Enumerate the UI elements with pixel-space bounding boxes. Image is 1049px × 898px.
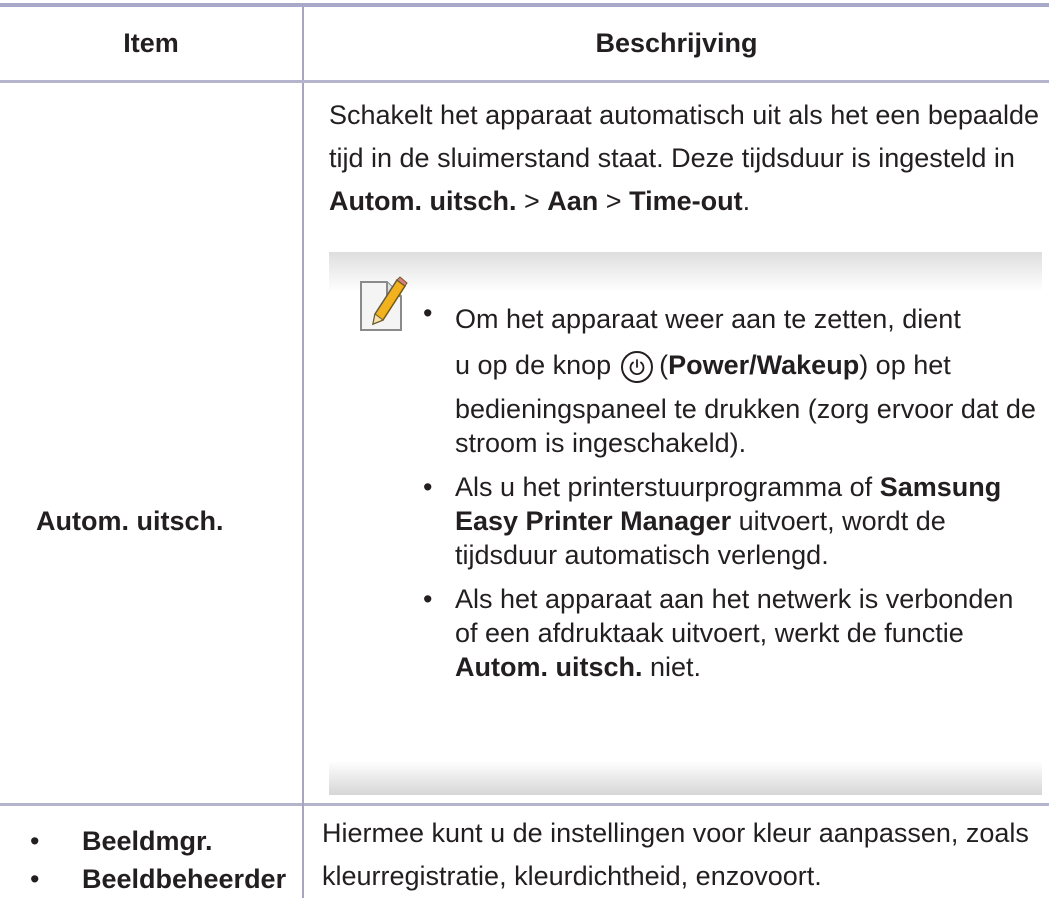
note-text: niet. (642, 652, 702, 682)
power-wakeup-label: Power/Wakeup (668, 350, 860, 380)
row-divider (0, 803, 1049, 806)
path-separator: > (598, 186, 630, 216)
column-divider-body (302, 83, 304, 898)
item-label: Beeldmgr. (82, 826, 213, 856)
note-item-power-button: • Om het apparaat weer aan te zetten, di… (421, 296, 1039, 460)
note-text: ) op het (859, 350, 951, 380)
menu-path-autom-uitsch: Autom. uitsch. (329, 186, 517, 216)
description-autom-uitsch: Schakelt het apparaat automatisch uit al… (329, 94, 1039, 223)
note-text-line: Om het apparaat weer aan te zetten, dien… (455, 304, 961, 334)
note-bottom-band (329, 761, 1042, 795)
note-item-printer-driver: • Als u het printerstuurprogramma of Sams… (421, 470, 1039, 572)
desc-text: Schakelt het apparaat automatisch uit al… (329, 100, 1039, 173)
note-text: ( (659, 350, 669, 380)
note-top-band (329, 252, 1042, 292)
note-pencil-icon (360, 276, 408, 331)
note-text-line: bedieningspaneel te drukken (zorg ervoor… (455, 394, 1036, 458)
item-autom-uitsch: Autom. uitsch. (36, 506, 224, 536)
note-text: Als het apparaat aan het netwerk is verb… (455, 584, 1014, 648)
item-label: Beeldbeheerder (82, 864, 287, 894)
autom-uitsch-label: Autom. uitsch. (455, 652, 643, 682)
settings-table: Item Beschrijving Autom. uitsch. Schakel… (0, 0, 1049, 898)
column-header-item: Item (123, 28, 179, 58)
bullet: • (30, 864, 40, 894)
bullet: • (423, 584, 433, 614)
menu-path-aan: Aan (547, 186, 599, 216)
note-text-line: u op de knop (Power/Wakeup) op het (455, 342, 1039, 388)
note-list: • Om het apparaat weer aan te zetten, di… (421, 296, 1039, 684)
description-beeldmgr: Hiermee kunt u de instellingen voor kleu… (322, 818, 1029, 891)
bullet: • (423, 472, 433, 502)
desc-end: . (742, 186, 751, 216)
bullet: • (30, 826, 40, 856)
item-beeldbeheerder: • Beeldbeheerder (30, 862, 286, 896)
path-separator: > (516, 186, 548, 216)
menu-path-time-out: Time-out (629, 186, 743, 216)
bullet: • (423, 298, 433, 328)
note-box: • Om het apparaat weer aan te zetten, di… (329, 252, 1042, 795)
column-header-description: Beschrijving (595, 28, 758, 58)
item-beeldmgr: • Beeldmgr. (30, 824, 213, 858)
note-text: Als u het printerstuurprogramma of (455, 472, 880, 502)
note-item-network: • Als het apparaat aan het netwerk is ver… (421, 582, 1039, 684)
header-rule (0, 80, 1049, 83)
power-icon (621, 350, 654, 383)
note-text: u op de knop (455, 350, 612, 380)
